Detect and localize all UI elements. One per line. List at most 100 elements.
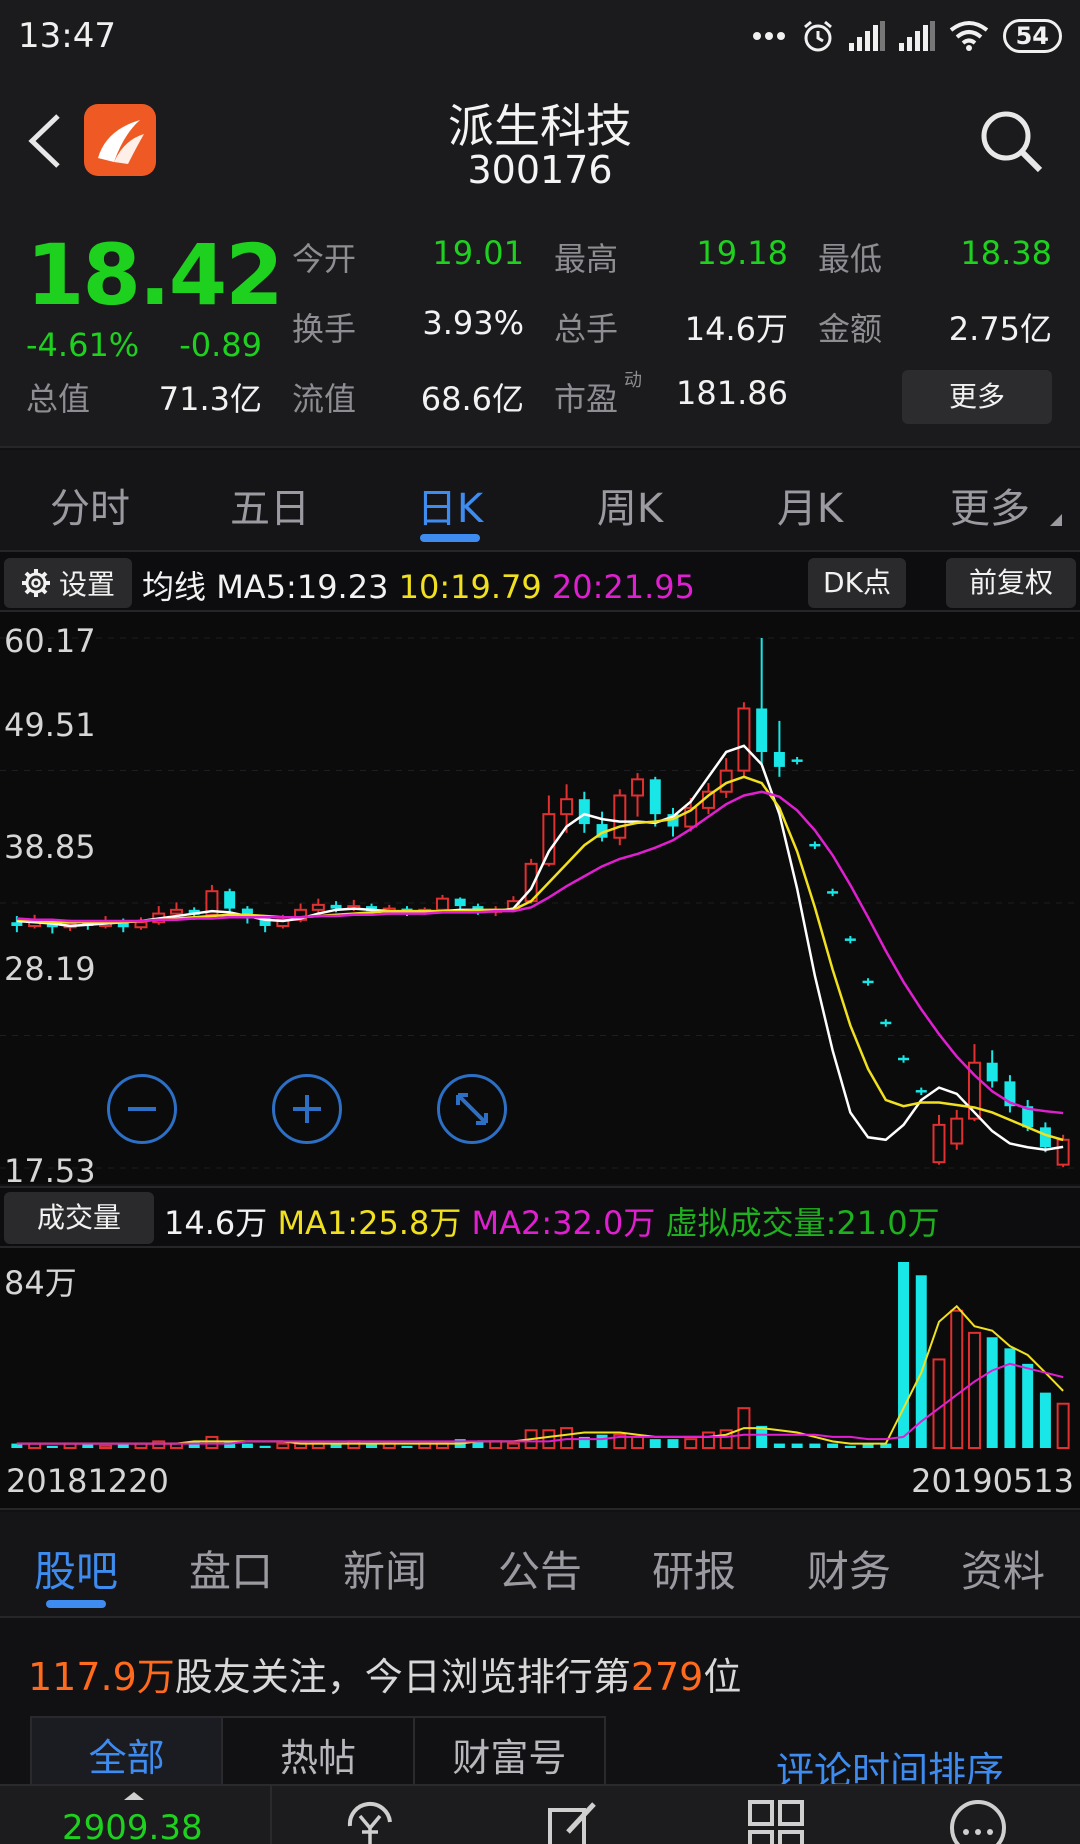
volume-chart[interactable]: 84万	[0, 1248, 1080, 1452]
open-label: 今开	[292, 240, 357, 278]
tab-hot-posts[interactable]: 热帖	[223, 1718, 415, 1794]
open-value: 19.01	[432, 234, 524, 272]
volume-bar-item	[809, 1443, 821, 1448]
tab-profile[interactable]: 资料	[938, 1538, 1068, 1599]
volume-bar-item	[967, 1331, 981, 1449]
volume-bar-item	[667, 1439, 679, 1448]
candle	[950, 1109, 964, 1150]
candle	[898, 1055, 910, 1063]
market-cap-value: 71.3亿	[158, 380, 262, 418]
wifi-icon	[949, 21, 988, 51]
candle	[134, 917, 148, 930]
y-label-2: 49.51	[4, 706, 96, 744]
tab-monthly-k[interactable]: 月K	[730, 476, 890, 534]
candle	[631, 773, 645, 817]
settings-label: 设置	[58, 568, 115, 601]
candle	[915, 1087, 927, 1096]
info-tabs: 股吧 盘口 新闻 公告 研报 财务 资料	[0, 1512, 1080, 1618]
high-value: 19.18	[696, 234, 788, 272]
index-value[interactable]: 2909.38	[62, 1808, 203, 1844]
active-tab-indicator	[420, 534, 480, 542]
volume-bar-item	[932, 1358, 946, 1449]
tab-daily-k[interactable]: 日K	[370, 476, 530, 534]
zoom-in-icon	[293, 1095, 321, 1123]
volume-bar-item	[844, 1445, 856, 1448]
candle	[1039, 1122, 1051, 1153]
tab-wealth-posts[interactable]: 财富号	[415, 1718, 604, 1794]
tab-orderbook[interactable]: 盘口	[166, 1538, 296, 1599]
stock-code: 300176	[467, 148, 613, 192]
volume-indicator-button[interactable]: 成交量	[4, 1192, 154, 1244]
tab-weekly-k[interactable]: 周K	[550, 476, 710, 534]
index-up-arrow-icon	[124, 1792, 144, 1800]
dots-icon	[752, 32, 785, 40]
date-axis: 20181220 20190513	[0, 1452, 1080, 1510]
header: 派生科技 300176	[0, 76, 1080, 208]
volume-bar-item	[401, 1445, 413, 1448]
status-bar: 13:47 54	[0, 0, 1080, 76]
more-quote-button[interactable]: 更多	[902, 370, 1052, 424]
volume-bar-item	[1056, 1402, 1070, 1449]
fullscreen-icon	[456, 1093, 488, 1125]
tab-guba[interactable]: 股吧	[11, 1538, 141, 1599]
more-icon[interactable]	[948, 1796, 1008, 1844]
volume-bar-item	[986, 1337, 998, 1448]
tab-intraday[interactable]: 分时	[10, 476, 170, 534]
volume-value: 14.6万	[684, 310, 788, 348]
tab-research[interactable]: 研报	[629, 1538, 759, 1599]
zoom-out-button[interactable]	[107, 1074, 177, 1144]
volume-bar-item	[259, 1445, 271, 1448]
volume-bar: 成交量 14.6万 MA1:25.8万 MA2:32.0万 虚拟成交量:21.0…	[0, 1186, 1080, 1248]
candle	[224, 888, 236, 914]
y-label-3: 38.85	[4, 828, 96, 866]
tab-news[interactable]: 新闻	[320, 1538, 450, 1599]
ma-line-ma20	[16, 790, 1064, 1115]
forward-adjust-button[interactable]: 前复权	[946, 558, 1076, 608]
last-price: 18.42	[26, 226, 284, 324]
alarm-icon	[803, 20, 832, 52]
candle	[809, 841, 821, 849]
volume-bar-item	[649, 1439, 661, 1448]
y-label-top: 60.17	[4, 622, 96, 660]
tab-all-posts[interactable]: 全部	[32, 1718, 224, 1794]
volume-bar-item	[46, 1445, 58, 1448]
kline-chart[interactable]: 60.17 49.51 38.85 28.19 17.53	[0, 612, 1080, 1190]
end-date: 20190513	[911, 1462, 1074, 1500]
dropdown-corner-icon	[1050, 514, 1062, 526]
candle	[880, 1019, 892, 1027]
fullscreen-button[interactable]	[437, 1074, 507, 1144]
ma-legend: 均线 MA5:19.23 10:19.79 20:21.95	[142, 562, 695, 608]
candle	[1004, 1075, 1016, 1113]
tab-more-period[interactable]: 更多	[910, 476, 1070, 534]
gear-icon	[21, 569, 50, 597]
bottom-nav: 2909.38	[0, 1784, 1080, 1844]
candle	[578, 791, 590, 833]
search-icon[interactable]	[976, 106, 1046, 176]
dk-point-button[interactable]: DK点	[808, 558, 906, 608]
pe-label: 市盈	[554, 380, 619, 418]
grid-icon[interactable]	[746, 1796, 806, 1844]
candle	[311, 898, 325, 914]
tab-finance[interactable]: 财务	[784, 1538, 914, 1599]
yuan-refresh-icon[interactable]	[340, 1796, 400, 1844]
candle	[756, 638, 768, 765]
candle	[596, 811, 608, 842]
volume-bar-item	[276, 1442, 290, 1449]
volume-bar-item	[205, 1435, 219, 1450]
volume-bar-item	[684, 1438, 698, 1449]
y-label-bottom: 17.53	[4, 1152, 96, 1190]
volume-bar-item	[791, 1443, 803, 1448]
settings-button[interactable]: 设置	[4, 558, 132, 608]
tab-announcements[interactable]: 公告	[475, 1538, 605, 1599]
float-cap-value: 68.6亿	[420, 380, 524, 418]
volume-bar-item	[1022, 1363, 1034, 1448]
volume-ma2: MA2:32.0万	[471, 1204, 656, 1242]
tab-five-day[interactable]: 五日	[190, 476, 350, 534]
ma5-value: MA5:19.23	[216, 568, 389, 606]
zoom-in-button[interactable]	[272, 1074, 342, 1144]
stock-name: 派生科技	[448, 99, 632, 153]
low-label: 最低	[818, 240, 883, 278]
edit-icon[interactable]	[544, 1796, 604, 1844]
candle	[932, 1114, 946, 1165]
volume-legend: 14.6万 MA1:25.8万 MA2:32.0万 虚拟成交量:21.0万	[164, 1198, 940, 1244]
